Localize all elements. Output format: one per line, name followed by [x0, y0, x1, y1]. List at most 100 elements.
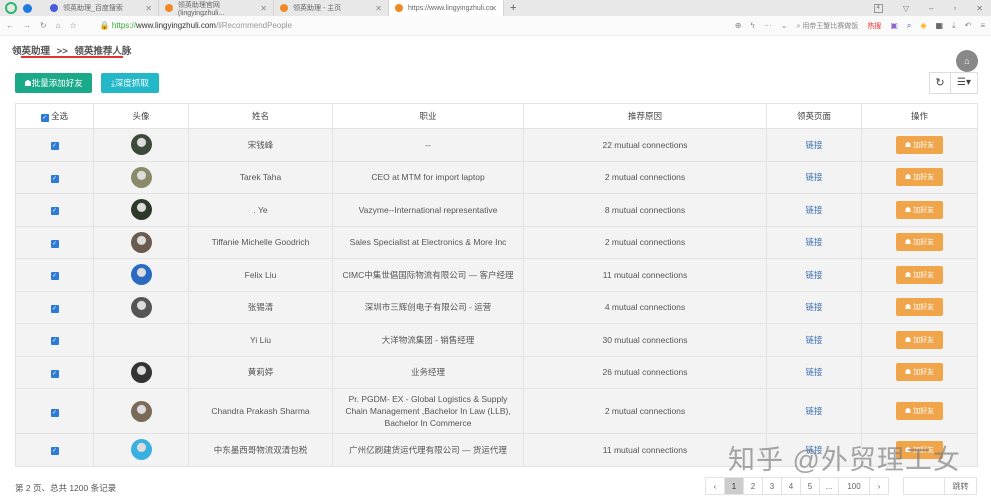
page-button[interactable]: 5: [800, 477, 820, 495]
person-name: . Ye: [188, 193, 333, 227]
address-bar[interactable]: 🔒 https://www.lingyingzhuli.com/liRecomm…: [100, 21, 292, 30]
action-cell: ☗ 加好友: [861, 355, 978, 389]
back-icon[interactable]: ←: [6, 21, 14, 30]
star-icon[interactable]: ☆: [70, 21, 77, 30]
hot-search-label[interactable]: 热搜: [867, 21, 881, 31]
row-checkbox[interactable]: ✓: [50, 207, 59, 216]
menu-icon[interactable]: ≡: [980, 21, 985, 30]
page-button[interactable]: 4: [781, 477, 801, 495]
refresh-button[interactable]: ↻: [929, 72, 951, 94]
row-checkbox[interactable]: ✓: [50, 239, 59, 248]
add-friend-button[interactable]: ☗ 加好友: [895, 265, 944, 284]
apps-icon[interactable]: ▦: [936, 21, 944, 30]
reader-icon[interactable]: ▣: [890, 21, 898, 30]
linkedin-link[interactable]: 链接: [805, 302, 822, 312]
search-box[interactable]: ⌕ 用帝王蟹比赛做饭: [796, 21, 858, 31]
row-select-cell[interactable]: ✓: [15, 193, 94, 227]
download-icon[interactable]: ⤓: [952, 21, 956, 31]
page-button[interactable]: ›: [869, 477, 889, 495]
batch-add-friends-button[interactable]: ☗ 批量添加好友: [15, 73, 92, 93]
page-button[interactable]: 3: [762, 477, 782, 495]
page-button[interactable]: ...: [819, 477, 839, 495]
home-floating-button[interactable]: ⌂: [956, 50, 978, 72]
page-button[interactable]: 2: [743, 477, 763, 495]
browser-tab[interactable]: 领英助理官网 (lingyingzhuli... ✕: [159, 0, 274, 17]
zoom-icon[interactable]: ⊕: [735, 21, 742, 30]
chevron-down-icon[interactable]: ⌄: [781, 21, 788, 30]
close-tab-icon[interactable]: ✕: [375, 4, 382, 13]
linkedin-link[interactable]: 链接: [805, 406, 822, 416]
linkedin-link[interactable]: 链接: [805, 172, 822, 182]
browser-tab[interactable]: https://www.lingyingzhuli.co ✕: [389, 0, 504, 16]
columns-toggle-button[interactable]: ☰▾: [950, 72, 978, 94]
avatar: [130, 439, 152, 461]
page-button[interactable]: ‹: [705, 477, 725, 495]
add-friend-button[interactable]: ☗ 加好友: [895, 298, 944, 317]
header-action: 操作: [861, 103, 978, 129]
row-checkbox[interactable]: ✓: [50, 369, 59, 378]
row-select-cell[interactable]: ✓: [15, 128, 94, 162]
row-select-cell[interactable]: ✓: [15, 225, 94, 259]
row-select-cell[interactable]: ✓: [15, 433, 94, 467]
header-select-all[interactable]: ✓ 全选: [15, 103, 94, 129]
person-name: 张锡清: [188, 290, 333, 324]
row-checkbox[interactable]: ✓: [50, 174, 59, 183]
row-select-cell[interactable]: ✓: [15, 160, 94, 194]
lightning-icon[interactable]: ϟ: [751, 21, 755, 30]
linkedin-link-cell: 链接: [766, 160, 862, 194]
linkedin-link[interactable]: 链接: [805, 237, 822, 247]
row-select-cell[interactable]: ✓: [15, 323, 94, 357]
page-button[interactable]: 100: [838, 477, 870, 495]
linkedin-link[interactable]: 链接: [805, 270, 822, 280]
add-friend-button[interactable]: ☗ 加好友: [895, 402, 944, 420]
new-tab-button[interactable]: +: [510, 2, 516, 14]
add-friend-button[interactable]: ☗ 加好友: [895, 363, 944, 382]
linkedin-link[interactable]: 链接: [805, 205, 822, 215]
close-tab-icon[interactable]: ✕: [490, 4, 497, 13]
row-checkbox[interactable]: ✓: [50, 272, 59, 281]
close-tab-icon[interactable]: ✕: [145, 4, 152, 13]
jump-button[interactable]: 跳转: [944, 477, 977, 495]
close-tab-icon[interactable]: ✕: [260, 4, 267, 13]
page-button[interactable]: 1: [724, 477, 744, 495]
linkedin-link[interactable]: 链接: [805, 140, 822, 150]
tab-count-badge[interactable]: 4: [873, 3, 883, 13]
shirt-icon[interactable]: ▽: [903, 4, 909, 13]
row-checkbox[interactable]: ✓: [50, 304, 59, 313]
row-checkbox[interactable]: ✓: [50, 408, 59, 417]
row-select-cell[interactable]: ✓: [15, 290, 94, 324]
add-friend-button[interactable]: ☗ 加好友: [895, 168, 944, 187]
minimize-button[interactable]: –: [929, 4, 933, 13]
row-select-cell[interactable]: ✓: [15, 388, 94, 434]
shield-ext-icon[interactable]: ◆: [920, 21, 926, 30]
breadcrumb: 领英助理 >> 领英推荐人脉: [12, 43, 131, 57]
person-name: Tarek Taha: [188, 160, 333, 194]
search-ext-icon[interactable]: ⌕: [907, 21, 911, 31]
maximize-button[interactable]: ▫: [953, 4, 956, 13]
add-friend-button[interactable]: ☗ 加好友: [895, 330, 944, 349]
add-friend-label: 加好友: [913, 239, 935, 247]
row-select-cell[interactable]: ✓: [15, 355, 94, 389]
row-checkbox[interactable]: ✓: [50, 337, 59, 346]
row-checkbox[interactable]: ✓: [50, 142, 59, 151]
recommend-reason: 30 mutual connections: [523, 323, 767, 357]
more-icon[interactable]: ···: [764, 21, 772, 30]
undo-icon[interactable]: ↶: [965, 21, 972, 30]
close-window-button[interactable]: ✕: [976, 4, 983, 13]
add-friend-button[interactable]: ☗ 加好友: [895, 135, 944, 154]
home-icon[interactable]: ⌂: [56, 21, 61, 30]
deep-crawl-button[interactable]: ⤓ 深度抓取: [101, 73, 159, 93]
add-friend-button[interactable]: ☗ 加好友: [895, 233, 944, 252]
forward-icon[interactable]: →: [23, 21, 31, 30]
add-friend-button[interactable]: ☗ 加好友: [895, 200, 944, 219]
row-select-cell[interactable]: ✓: [15, 258, 94, 292]
linkedin-link-cell: 链接: [766, 225, 862, 259]
browser-tab[interactable]: 领英助理 - 主页 ✕: [274, 0, 389, 16]
linkedin-link[interactable]: 链接: [805, 367, 822, 377]
browser-tab[interactable]: 领英助理_百度搜索 ✕: [44, 0, 159, 16]
row-checkbox[interactable]: ✓: [50, 447, 59, 456]
jump-page-input[interactable]: [903, 477, 945, 495]
reload-icon[interactable]: ↻: [40, 21, 47, 30]
linkedin-link[interactable]: 链接: [805, 335, 822, 345]
select-all-checkbox[interactable]: ✓: [40, 114, 49, 122]
